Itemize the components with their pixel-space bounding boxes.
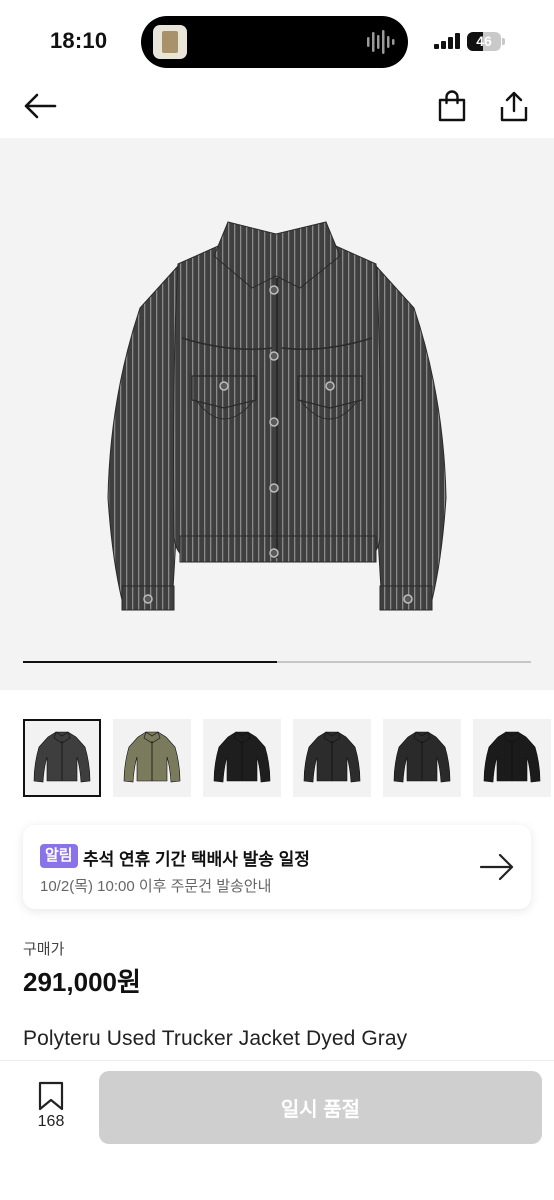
audio-waveform-icon: [367, 30, 395, 54]
gallery-progress: [23, 661, 531, 663]
thumbnail-strip[interactable]: [23, 719, 554, 799]
notice-subtitle: 10/2(목) 10:00 이후 주문건 발송안내: [40, 878, 272, 895]
jacket-thumbnail-image: [393, 731, 451, 783]
price-label: 구매가: [23, 941, 65, 958]
jacket-thumbnail-image: [303, 731, 361, 783]
arrow-left-icon: [24, 93, 57, 119]
jacket-thumbnail-image: [33, 731, 91, 783]
product-name: Polyteru Used Trucker Jacket Dyed Gray: [23, 1027, 408, 1050]
thumb-camo[interactable]: [113, 719, 191, 797]
jacket-thumbnail-image: [123, 731, 181, 783]
dynamic-island[interactable]: [141, 16, 408, 68]
thumb-gray-pinstripe[interactable]: [23, 719, 101, 797]
thumb-black[interactable]: [203, 719, 281, 797]
arrow-right-icon: [479, 853, 514, 881]
sold-out-button[interactable]: 일시 품절: [99, 1071, 542, 1144]
jacket-thumbnail-image: [483, 731, 541, 783]
price-value: 291,000원: [23, 967, 141, 997]
shopping-bag-icon: [438, 90, 466, 122]
share-icon: [500, 91, 528, 122]
battery-indicator: 46: [467, 32, 505, 51]
back-button[interactable]: [20, 86, 60, 126]
bookmark-icon: [38, 1081, 64, 1111]
notice-badge: 알림: [40, 844, 78, 868]
bottom-action-bar: 168 일시 품절: [0, 1060, 554, 1200]
cellular-signal-icon: [434, 33, 460, 49]
bookmark-count: 168: [37, 1113, 65, 1130]
product-image-jacket: [107, 221, 447, 611]
cart-button[interactable]: [432, 86, 472, 126]
thumb-dark-gray[interactable]: [293, 719, 371, 797]
share-button[interactable]: [494, 86, 534, 126]
top-navigation: [0, 84, 554, 136]
status-bar: 18:10 46: [0, 0, 554, 84]
now-playing-artwork: [153, 25, 187, 59]
shipping-notice-card[interactable]: 알림 추석 연휴 기간 택배사 발송 일정 10/2(목) 10:00 이후 주…: [23, 825, 531, 909]
jacket-thumbnail-image: [213, 731, 271, 783]
status-time: 18:10: [50, 28, 108, 53]
battery-percent: 46: [476, 33, 492, 49]
product-image-gallery[interactable]: [0, 138, 554, 690]
bookmark-button[interactable]: 168: [28, 1081, 74, 1137]
notice-title: 추석 연휴 기간 택배사 발송 일정: [83, 850, 310, 869]
thumb-charcoal[interactable]: [383, 719, 461, 797]
thumb-black-2[interactable]: [473, 719, 551, 797]
